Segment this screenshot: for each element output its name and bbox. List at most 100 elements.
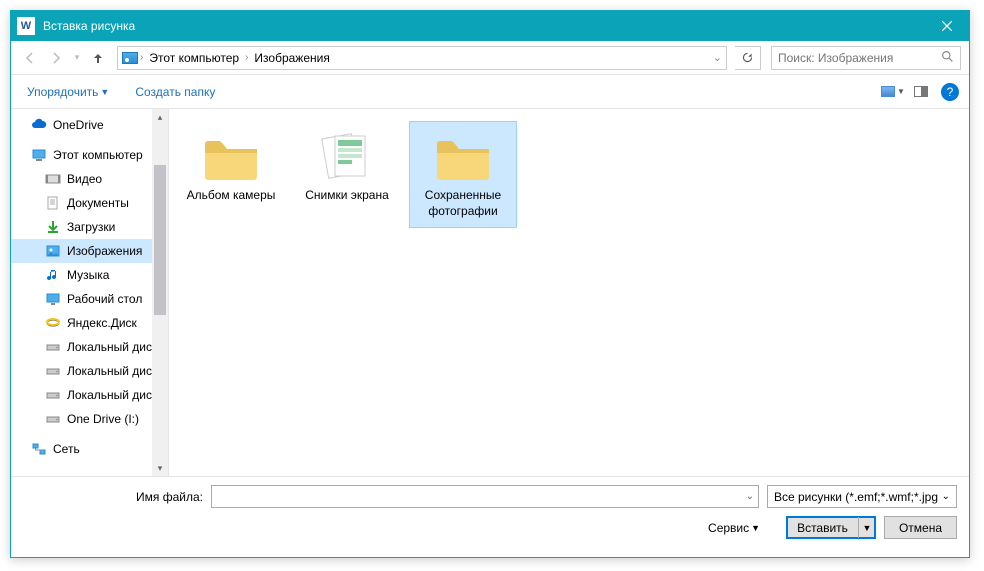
- tree-item-label: Документы: [67, 196, 129, 210]
- forward-button[interactable]: [45, 47, 67, 69]
- chevron-down-icon[interactable]: ⌄: [746, 491, 754, 502]
- tree-item-music[interactable]: Музыка: [11, 263, 168, 287]
- folder-item[interactable]: Альбом камеры: [177, 121, 285, 213]
- music-icon: [45, 267, 61, 283]
- breadcrumb-root[interactable]: Этот компьютер: [145, 49, 243, 67]
- tools-menu[interactable]: Сервис ▼: [702, 517, 766, 539]
- dialog-body: OneDrive Этот компьютер Видео Документы Загр…: [11, 109, 969, 476]
- img-icon: [45, 243, 61, 259]
- scroll-track[interactable]: [152, 125, 168, 460]
- chevron-down-icon: ⌄: [942, 491, 950, 502]
- organize-label: Упорядочить: [27, 85, 98, 99]
- back-button[interactable]: [19, 47, 41, 69]
- arrow-right-icon: [49, 51, 63, 65]
- address-bar[interactable]: › Этот компьютер › Изображения ⌄: [117, 46, 727, 70]
- tree-item-doc[interactable]: Документы: [11, 191, 168, 215]
- desk-icon: [45, 291, 61, 307]
- file-list[interactable]: Альбом камеры Снимки экрана Сохраненные фо…: [169, 109, 969, 476]
- drive-icon: [45, 339, 61, 355]
- tree-item-drive[interactable]: Локальный диск: [11, 383, 168, 407]
- tree-item-label: Яндекс.Диск: [67, 316, 137, 330]
- filename-input[interactable]: [216, 490, 746, 504]
- file-dialog-window: W Вставка рисунка ▾ › Этот компьютер › И…: [10, 10, 970, 558]
- view-mode-button[interactable]: ▼: [879, 81, 907, 103]
- tree-item-video[interactable]: Видео: [11, 167, 168, 191]
- folder-item[interactable]: Снимки экрана: [293, 121, 401, 213]
- help-icon: ?: [947, 85, 954, 99]
- breadcrumb-current[interactable]: Изображения: [250, 49, 333, 67]
- preview-pane-button[interactable]: [907, 81, 935, 103]
- filename-row: Имя файла: ⌄ Все рисунки (*.emf;*.wmf;*.…: [23, 485, 957, 508]
- tree-item-label: Локальный диск: [67, 364, 157, 378]
- scroll-down-icon[interactable]: ▾: [152, 460, 168, 476]
- preview-pane-icon: [914, 86, 928, 97]
- chevron-down-icon: ▼: [897, 87, 905, 96]
- folder-icon: [199, 130, 263, 182]
- drive-icon: [45, 363, 61, 379]
- tree-item-net[interactable]: Сеть: [11, 437, 168, 461]
- drive-icon: [45, 387, 61, 403]
- insert-button[interactable]: Вставить ▼: [786, 516, 876, 539]
- pictures-folder-icon: [122, 50, 138, 66]
- folder-item[interactable]: Сохраненные фотографии: [409, 121, 517, 228]
- tree-item-ydisk[interactable]: Яндекс.Диск: [11, 311, 168, 335]
- tree-item-label: Локальный диск: [67, 388, 157, 402]
- tree-item-drive[interactable]: Локальный диск: [11, 359, 168, 383]
- chevron-down-icon: ▼: [100, 87, 109, 97]
- tree-item-label: Музыка: [67, 268, 109, 282]
- tree-item-label: Локальный диск: [67, 340, 157, 354]
- button-row: Сервис ▼ Вставить ▼ Отмена: [23, 516, 957, 539]
- insert-label: Вставить: [787, 517, 859, 538]
- search-icon: [941, 50, 954, 66]
- chevron-down-icon: ▼: [751, 523, 760, 533]
- search-box[interactable]: [771, 46, 961, 70]
- titlebar: W Вставка рисунка: [11, 11, 969, 41]
- up-button[interactable]: [87, 47, 109, 69]
- chevron-right-icon: ›: [245, 52, 248, 63]
- tree-item-label: One Drive (I:): [67, 412, 139, 426]
- refresh-icon: [741, 51, 754, 64]
- cancel-button[interactable]: Отмена: [884, 516, 957, 539]
- tree-item-pc[interactable]: Этот компьютер: [11, 143, 168, 167]
- drive-icon: [45, 411, 61, 427]
- refresh-button[interactable]: [735, 46, 761, 70]
- filename-combo[interactable]: ⌄: [211, 485, 759, 508]
- chevron-right-icon: ›: [140, 52, 143, 63]
- doc-icon: [45, 195, 61, 211]
- insert-dropdown-arrow[interactable]: ▼: [859, 523, 875, 533]
- tools-label: Сервис: [708, 521, 749, 535]
- folder-icon: [431, 130, 495, 182]
- word-app-icon: W: [17, 17, 35, 35]
- new-folder-button[interactable]: Создать папку: [129, 81, 221, 103]
- tree-item-drive[interactable]: Локальный диск: [11, 335, 168, 359]
- arrow-up-icon: [91, 51, 105, 65]
- tree-item-drive[interactable]: One Drive (I:): [11, 407, 168, 431]
- video-icon: [45, 171, 61, 187]
- tree-item-down[interactable]: Загрузки: [11, 215, 168, 239]
- recent-dropdown[interactable]: ▾: [71, 47, 83, 69]
- tree-item-desk[interactable]: Рабочий стол: [11, 287, 168, 311]
- window-title: Вставка рисунка: [43, 19, 924, 33]
- search-input[interactable]: [778, 51, 941, 65]
- net-icon: [31, 441, 47, 457]
- tree-item-cloud[interactable]: OneDrive: [11, 113, 168, 137]
- folder-label: Снимки экрана: [305, 188, 389, 204]
- tree-scrollbar[interactable]: ▴▾: [152, 109, 168, 476]
- help-button[interactable]: ?: [941, 83, 959, 101]
- organize-menu[interactable]: Упорядочить ▼: [21, 81, 115, 103]
- arrow-left-icon: [23, 51, 37, 65]
- navigation-tree: OneDrive Этот компьютер Видео Документы Загр…: [11, 109, 169, 476]
- tree-item-label: Изображения: [67, 244, 142, 258]
- chevron-down-icon[interactable]: ⌄: [713, 51, 722, 64]
- dialog-footer: Имя файла: ⌄ Все рисунки (*.emf;*.wmf;*.…: [11, 476, 969, 557]
- folder-icon: [315, 130, 379, 182]
- thumbnails-icon: [881, 86, 895, 97]
- close-button[interactable]: [924, 11, 969, 41]
- ydisk-icon: [45, 315, 61, 331]
- tree-item-label: Видео: [67, 172, 102, 186]
- filetype-dropdown[interactable]: Все рисунки (*.emf;*.wmf;*.jpg ⌄: [767, 485, 957, 508]
- cloud-icon: [31, 117, 47, 133]
- scroll-thumb[interactable]: [154, 165, 166, 315]
- tree-item-img[interactable]: Изображения: [11, 239, 168, 263]
- scroll-up-icon[interactable]: ▴: [152, 109, 168, 125]
